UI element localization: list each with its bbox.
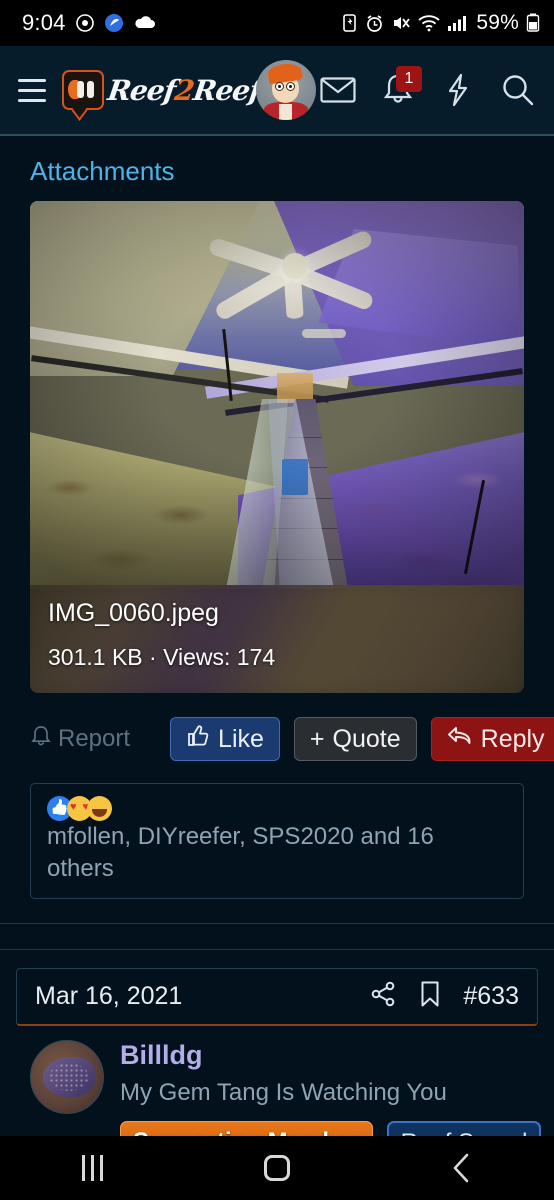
lightning-bolt-icon[interactable] bbox=[436, 68, 480, 112]
attachment-meta: 301.1 KB · Views: 174 bbox=[48, 644, 276, 670]
post-content: Attachments IMG_0060.jpeg 301.1 KB · Vie… bbox=[0, 136, 554, 1165]
attachment-card[interactable]: IMG_0060.jpeg 301.1 KB · Views: 174 bbox=[30, 201, 524, 693]
app-header: Reef2Reef 1 bbox=[0, 46, 554, 136]
battery-saver-icon bbox=[341, 13, 358, 33]
cloud-icon bbox=[133, 14, 157, 32]
recents-icon[interactable] bbox=[47, 1136, 137, 1200]
laughing-reaction-icon bbox=[87, 796, 112, 821]
logo-wordmark: Reef2Reef bbox=[105, 74, 262, 107]
clownfish-icon bbox=[67, 79, 98, 101]
thumbs-up-icon bbox=[186, 724, 210, 755]
hamburger-line bbox=[18, 88, 46, 92]
battery-percent: 59% bbox=[476, 11, 519, 34]
post-divider bbox=[0, 922, 554, 924]
logo-fish-bubble-icon bbox=[61, 70, 104, 110]
post: Mar 16, 2021 #633 Billldg My Gem Tang Is… bbox=[0, 950, 554, 1165]
hamburger-menu-icon[interactable] bbox=[18, 78, 46, 102]
app-icon bbox=[104, 13, 124, 33]
battery-icon bbox=[526, 13, 540, 33]
like-label: Like bbox=[218, 724, 264, 753]
attachment-filename: IMG_0060.jpeg bbox=[48, 599, 219, 627]
reactions-bar[interactable]: mfollen, DIYreefer, SPS2020 and 16 other… bbox=[30, 783, 524, 899]
attachment-photo[interactable] bbox=[30, 201, 524, 589]
back-icon[interactable] bbox=[417, 1136, 507, 1200]
post-header: Mar 16, 2021 #633 bbox=[16, 967, 538, 1026]
user-tagline: My Gem Tang Is Watching You bbox=[120, 1078, 447, 1106]
signal-icon bbox=[447, 14, 467, 32]
reaction-emojis bbox=[47, 796, 112, 821]
status-bar-left: 9:04 bbox=[22, 10, 157, 36]
envelope-icon[interactable] bbox=[316, 68, 360, 112]
status-time: 9:04 bbox=[22, 10, 66, 35]
quote-button[interactable]: + Quote bbox=[293, 717, 417, 761]
avatar[interactable] bbox=[256, 60, 316, 120]
bookmark-icon[interactable] bbox=[419, 980, 441, 1013]
username[interactable]: Billldg bbox=[120, 1040, 538, 1071]
post-header-icons: #633 bbox=[369, 980, 519, 1013]
hamburger-line bbox=[18, 98, 46, 102]
home-icon[interactable] bbox=[232, 1136, 322, 1200]
target-icon bbox=[75, 13, 95, 33]
wifi-icon bbox=[418, 14, 440, 32]
status-bar-right: 59% bbox=[341, 11, 540, 35]
reaction-names[interactable]: mfollen, DIYreefer, SPS2020 and 16 other… bbox=[47, 821, 507, 886]
header-icons: 1 bbox=[316, 66, 540, 112]
avatar[interactable] bbox=[30, 1039, 104, 1114]
report-button[interactable]: Report bbox=[30, 724, 130, 755]
alerts-count-badge: 1 bbox=[396, 66, 422, 92]
hamburger-line bbox=[18, 78, 46, 82]
bell-icon[interactable]: 1 bbox=[376, 66, 422, 112]
like-button[interactable]: Like bbox=[170, 717, 280, 761]
mute-icon bbox=[391, 14, 411, 32]
search-icon[interactable] bbox=[496, 68, 540, 112]
reply-label: Reply bbox=[480, 724, 545, 753]
attachments-heading: Attachments bbox=[30, 156, 175, 186]
reply-button[interactable]: Reply bbox=[430, 717, 554, 761]
post-number[interactable]: #633 bbox=[463, 982, 519, 1011]
attachment-info-bar: IMG_0060.jpeg 301.1 KB · Views: 174 bbox=[30, 585, 524, 693]
site-logo[interactable]: Reef2Reef bbox=[61, 70, 262, 110]
bell-outline-icon bbox=[30, 724, 52, 755]
post-date: Mar 16, 2021 bbox=[35, 981, 183, 1010]
reply-arrow-icon bbox=[447, 725, 473, 754]
status-bar: 9:04 59% bbox=[0, 0, 554, 46]
share-icon[interactable] bbox=[369, 980, 397, 1013]
post-actions: Report Like + Quote Reply bbox=[0, 693, 554, 761]
phone-screen: 9:04 59% Reef2Reef 1 Attachments IMG_006… bbox=[0, 0, 554, 1200]
quote-label: Quote bbox=[332, 724, 401, 753]
android-nav-bar bbox=[0, 1136, 554, 1200]
alarm-icon bbox=[365, 14, 384, 33]
logo-text-part3: Reef bbox=[190, 73, 263, 107]
logo-text-part1: Reef bbox=[105, 73, 177, 107]
report-label: Report bbox=[58, 725, 131, 752]
plus-icon: + bbox=[309, 724, 325, 753]
